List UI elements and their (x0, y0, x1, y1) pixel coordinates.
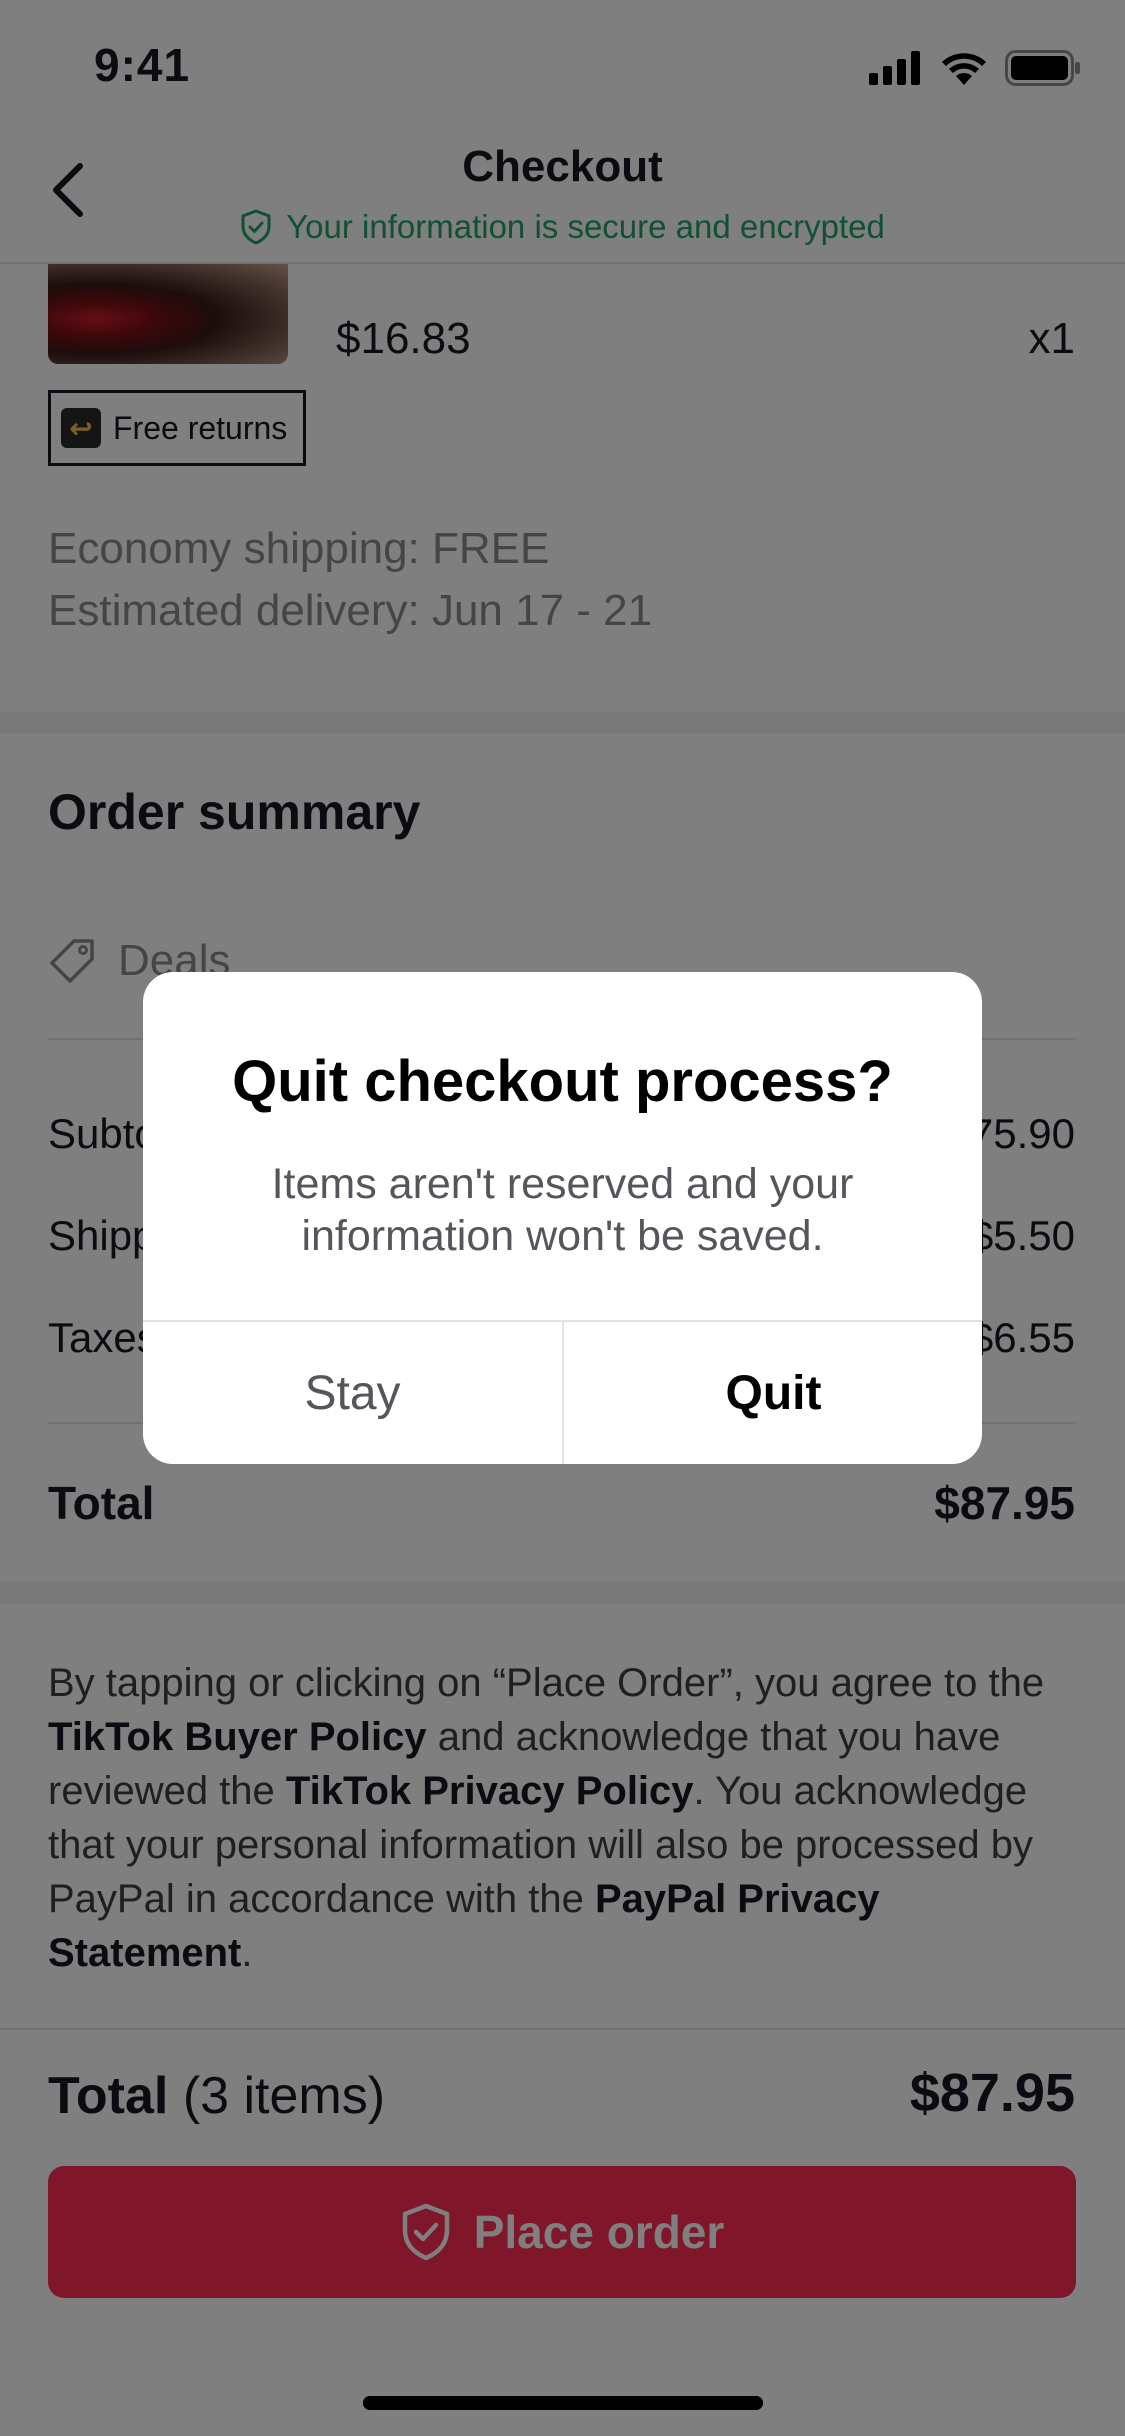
dialog-message: Items aren't reserved and your informati… (271, 1160, 854, 1260)
quit-button[interactable]: Quit (564, 1322, 982, 1464)
dialog-title: Quit checkout process? (232, 1049, 893, 1114)
stay-button[interactable]: Stay (143, 1322, 562, 1464)
quit-checkout-dialog: Quit checkout process? Items aren't rese… (143, 972, 982, 1464)
home-indicator-overlay (363, 2396, 763, 2410)
